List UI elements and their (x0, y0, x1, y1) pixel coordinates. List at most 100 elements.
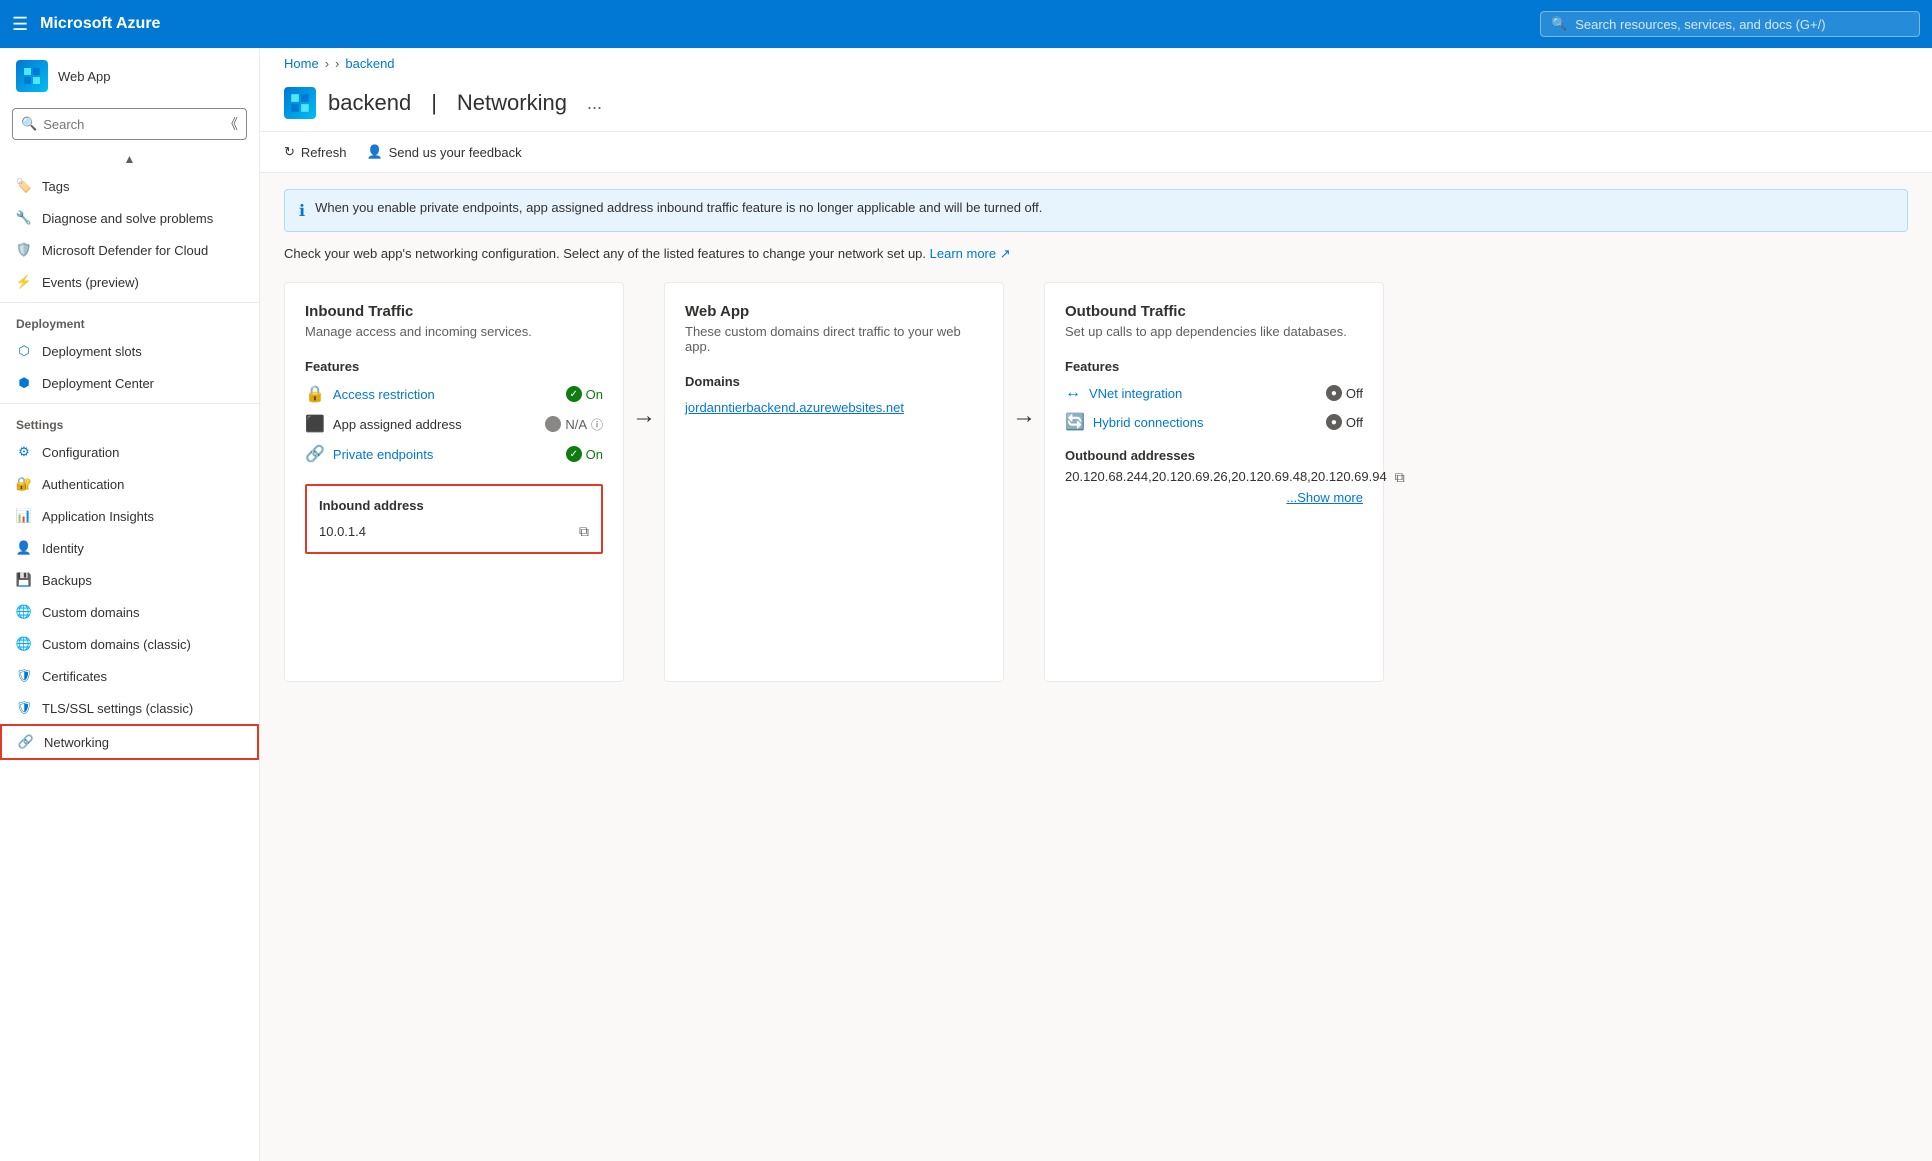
inbound-address-title: Inbound address (319, 498, 589, 513)
access-restriction-link[interactable]: Access restriction (333, 387, 558, 402)
sidebar-item-diagnose[interactable]: 🔧 Diagnose and solve problems (0, 202, 259, 234)
feature-private-endpoints: 🔗 Private endpoints ✓ On (305, 444, 603, 464)
sidebar-item-authentication[interactable]: 🔐 Authentication (0, 468, 259, 500)
copy-outbound-ips-button[interactable]: ⧉ (1395, 469, 1405, 486)
sidebar-item-label: Custom domains (classic) (42, 637, 191, 652)
breadcrumb-sep1: › (325, 56, 329, 71)
page-icon (284, 87, 316, 119)
defender-icon: 🛡️ (16, 242, 32, 258)
global-search[interactable]: 🔍 Search resources, services, and docs (… (1540, 11, 1920, 37)
hybrid-connections-link[interactable]: Hybrid connections (1093, 415, 1318, 430)
deployment-center-icon: ⬢ (16, 375, 32, 391)
sidebar-item-configuration[interactable]: ⚙ Configuration (0, 436, 259, 468)
sidebar-item-backups[interactable]: 💾 Backups (0, 564, 259, 596)
access-restriction-status-icon: ✓ (566, 386, 582, 402)
events-icon: ⚡ (16, 274, 32, 290)
refresh-button[interactable]: ↻ Refresh (284, 140, 346, 164)
section-deployment: Deployment (0, 307, 259, 335)
sidebar-item-deployment-center[interactable]: ⬢ Deployment Center (0, 367, 259, 399)
backups-icon: 💾 (16, 572, 32, 588)
content-area: Home › › backend backend | Networking ..… (260, 48, 1932, 1161)
access-restriction-status: ✓ On (566, 386, 603, 402)
sidebar-item-networking[interactable]: 🔗 Networking (0, 724, 259, 760)
breadcrumb-sep2: › (335, 56, 339, 71)
hybrid-connections-status: ● Off (1326, 414, 1363, 430)
app-insights-icon: 📊 (16, 508, 32, 524)
page-title-sep: | (431, 90, 437, 116)
breadcrumb: Home › › backend (260, 48, 1932, 79)
deployment-slots-icon: ⬡ (16, 343, 32, 359)
sidebar-item-events[interactable]: ⚡ Events (preview) (0, 266, 259, 298)
description-text: Check your web app's networking configur… (284, 246, 926, 261)
sidebar-item-label: Backups (42, 573, 92, 588)
domain-link[interactable]: jordanntierbackend.azurewebsites.net (685, 400, 904, 415)
show-more-link[interactable]: ...Show more (1065, 490, 1363, 505)
copy-inbound-address-button[interactable]: ⧉ (579, 523, 589, 540)
ellipsis-button[interactable]: ... (587, 93, 602, 114)
feature-vnet-integration: ↔ VNet integration ● Off (1065, 384, 1363, 402)
sidebar-item-identity[interactable]: 👤 Identity (0, 532, 259, 564)
sidebar-item-label: TLS/SSL settings (classic) (42, 701, 193, 716)
vnet-integration-status-text: Off (1346, 386, 1363, 401)
private-endpoints-status: ✓ On (566, 446, 603, 462)
hybrid-connections-status-icon: ● (1326, 414, 1342, 430)
webapp-card-subtitle: These custom domains direct traffic to y… (685, 324, 983, 354)
feedback-button[interactable]: 👤 Send us your feedback (366, 140, 521, 164)
feature-hybrid-connections: 🔄 Hybrid connections ● Off (1065, 412, 1363, 432)
feedback-label: Send us your feedback (389, 145, 522, 160)
sidebar-app-title: Web App (58, 69, 111, 84)
sidebar-item-custom-domains[interactable]: 🌐 Custom domains (0, 596, 259, 628)
sidebar-item-tls-ssl[interactable]: 🛡 TLS/SSL settings (classic) (0, 692, 259, 724)
webapp-card-title: Web App (685, 303, 983, 320)
info-banner: ℹ When you enable private endpoints, app… (284, 189, 1908, 232)
toolbar: ↻ Refresh 👤 Send us your feedback (260, 132, 1932, 173)
breadcrumb-home[interactable]: Home (284, 56, 319, 71)
sidebar-item-label: Deployment slots (42, 344, 142, 359)
identity-icon: 👤 (16, 540, 32, 556)
page-title: backend (328, 90, 411, 116)
sidebar-search-box[interactable]: 🔍 《 (12, 108, 247, 140)
feedback-icon: 👤 (366, 144, 382, 160)
app-assigned-address-status: N/A ⓘ (545, 416, 603, 433)
arrow-webapp-to-outbound: → (1004, 402, 1044, 430)
outbound-card-subtitle: Set up calls to app dependencies like da… (1065, 324, 1363, 339)
refresh-icon: ↻ (284, 144, 295, 160)
app-assigned-address-icon: ⬛ (305, 414, 325, 434)
sidebar-item-certificates[interactable]: 🛡 Certificates (0, 660, 259, 692)
outbound-card-title: Outbound Traffic (1065, 303, 1363, 320)
sidebar-item-custom-domains-classic[interactable]: 🌐 Custom domains (classic) (0, 628, 259, 660)
sidebar-item-tags[interactable]: 🏷️ Tags (0, 170, 259, 202)
custom-domains-classic-icon: 🌐 (16, 636, 32, 652)
configuration-icon: ⚙ (16, 444, 32, 460)
outbound-addresses-title: Outbound addresses (1065, 448, 1363, 463)
network-cards-row: Inbound Traffic Manage access and incomi… (284, 282, 1908, 682)
sidebar-item-label: Deployment Center (42, 376, 154, 391)
private-endpoints-link[interactable]: Private endpoints (333, 447, 558, 462)
scroll-up-arrow[interactable]: ▲ (0, 148, 259, 170)
top-navigation: ☰ Microsoft Azure 🔍 Search resources, se… (0, 0, 1932, 48)
inbound-address-ip: 10.0.1.4 (319, 524, 366, 539)
diagnose-icon: 🔧 (16, 210, 32, 226)
inbound-features-title: Features (305, 359, 603, 374)
search-icon: 🔍 (1551, 16, 1567, 32)
breadcrumb-current[interactable]: backend (345, 56, 394, 71)
app-assigned-address-link[interactable]: App assigned address (333, 417, 537, 432)
outbound-ips-text: 20.120.68.244,20.120.69.26,20.120.69.48,… (1065, 469, 1387, 484)
outbound-features-title: Features (1065, 359, 1363, 374)
vnet-integration-link[interactable]: VNet integration (1089, 386, 1318, 401)
webapp-icon (16, 60, 48, 92)
hybrid-connections-icon: 🔄 (1065, 412, 1085, 432)
learn-more-link[interactable]: Learn more ↗ (930, 246, 1011, 261)
sidebar-item-label: Identity (42, 541, 84, 556)
access-restriction-status-text: On (586, 387, 603, 402)
sidebar-search-input[interactable] (43, 117, 218, 132)
access-restriction-icon: 🔒 (305, 384, 325, 404)
sidebar-item-deployment-slots[interactable]: ⬡ Deployment slots (0, 335, 259, 367)
sidebar-item-defender[interactable]: 🛡️ Microsoft Defender for Cloud (0, 234, 259, 266)
sidebar-item-app-insights[interactable]: 📊 Application Insights (0, 500, 259, 532)
hamburger-menu[interactable]: ☰ (12, 14, 28, 35)
sidebar-item-label: Microsoft Defender for Cloud (42, 243, 208, 258)
private-endpoints-status-icon: ✓ (566, 446, 582, 462)
collapse-button[interactable]: 《 (224, 114, 238, 134)
outbound-traffic-card: Outbound Traffic Set up calls to app dep… (1044, 282, 1384, 682)
